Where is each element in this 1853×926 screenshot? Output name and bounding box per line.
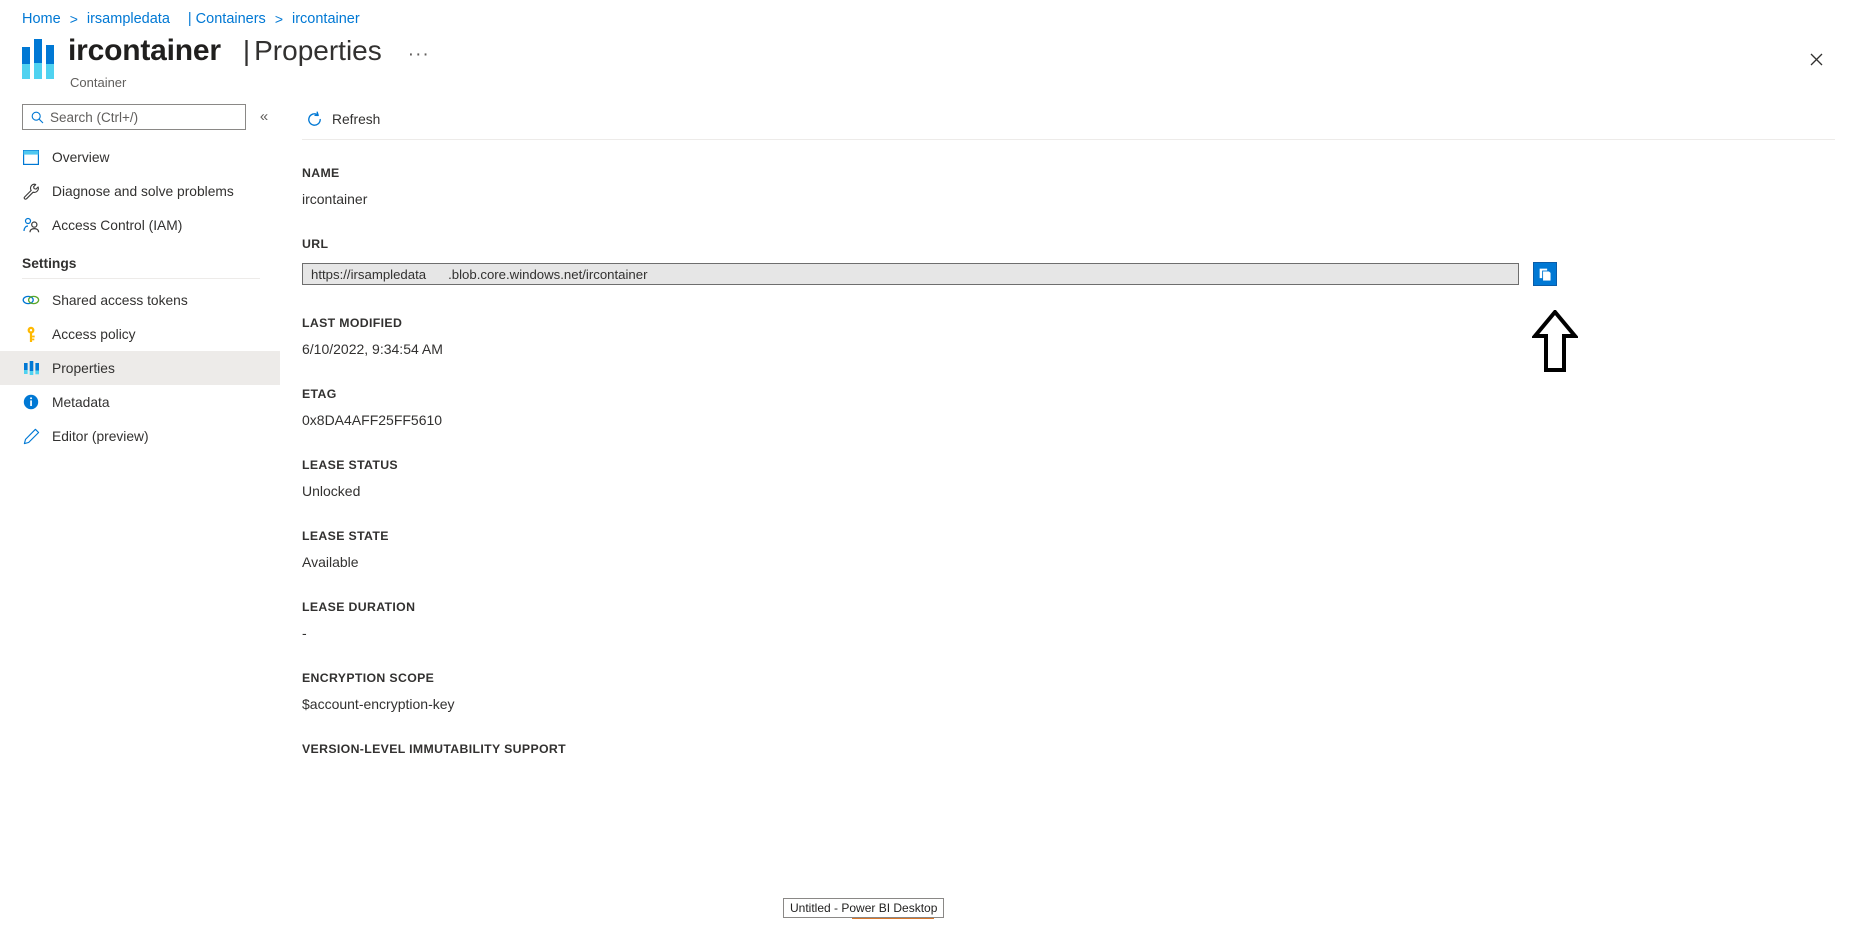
property-lease-status: LEASE STATUS Unlocked <box>302 458 1853 499</box>
up-arrow-annotation <box>1530 308 1580 372</box>
sidebar-group-settings: Settings <box>22 256 77 271</box>
page-header: ircontainer | Properties ··· Container <box>22 34 430 90</box>
sidebar-item-label: Shared access tokens <box>52 292 188 308</box>
refresh-label: Refresh <box>332 111 381 127</box>
url-row: https://irsampledata .blob.core.windows.… <box>302 262 1853 286</box>
resource-type-label: Container <box>70 75 127 90</box>
copy-icon <box>1538 267 1551 281</box>
property-name: NAME ircontainer <box>302 166 1853 207</box>
copy-url-button[interactable] <box>1533 262 1557 286</box>
title-divider: | <box>242 35 251 66</box>
sidebar-item-overview[interactable]: Overview <box>0 140 280 174</box>
key-icon <box>22 325 40 343</box>
sidebar-item-label: Diagnose and solve problems <box>52 183 234 199</box>
breadcrumb-item-container[interactable]: ircontainer <box>292 11 360 27</box>
property-value: - <box>302 625 307 641</box>
bar-chart-icon <box>22 39 56 79</box>
sidebar-nav-primary: Overview Diagnose and solve problems Acc… <box>0 140 280 242</box>
wrench-icon <box>22 182 40 200</box>
overview-icon <box>22 148 40 166</box>
property-label: LEASE STATE <box>302 529 389 543</box>
bars-icon <box>22 359 40 377</box>
sidebar-item-access-policy[interactable]: Access policy <box>0 317 280 351</box>
sidebar-nav-settings: Shared access tokens Access policy Prope… <box>0 283 280 453</box>
url-input[interactable]: https://irsampledata .blob.core.windows.… <box>302 263 1519 285</box>
property-value: ircontainer <box>302 191 368 207</box>
search-icon <box>31 111 44 124</box>
taskbar-tooltip: Untitled - Power BI Desktop <box>783 898 945 918</box>
property-version-level-immutability-support: VERSION-LEVEL IMMUTABILITY SUPPORT <box>302 742 1853 756</box>
people-icon <box>22 216 40 234</box>
breadcrumb-separator: > <box>69 11 78 27</box>
breadcrumb-item-containers[interactable]: | Containers <box>188 11 266 27</box>
page-title: ircontainer <box>68 34 221 67</box>
sidebar-item-editor-preview[interactable]: Editor (preview) <box>0 419 280 453</box>
breadcrumb-separator: > <box>274 11 283 27</box>
sidebar-item-label: Editor (preview) <box>52 428 149 444</box>
property-value: Unlocked <box>302 483 361 499</box>
sidebar-item-diagnose-and-solve-problems[interactable]: Diagnose and solve problems <box>0 174 280 208</box>
sidebar-item-access-control-iam[interactable]: Access Control (IAM) <box>0 208 280 242</box>
pencil-icon <box>22 427 40 445</box>
property-value: Available <box>302 554 359 570</box>
property-label: VERSION-LEVEL IMMUTABILITY SUPPORT <box>302 742 567 756</box>
sidebar-item-properties[interactable]: Properties <box>0 351 280 385</box>
sidebar: « Overview Diagn <box>0 100 280 919</box>
sidebar-item-label: Metadata <box>52 394 110 410</box>
sidebar-divider <box>22 278 260 279</box>
url-host: https://irsampledata <box>311 266 427 282</box>
breadcrumb-item-account[interactable]: irsampledata <box>87 11 170 27</box>
property-url: URL https://irsampledata .blob.core.wind… <box>302 237 1853 286</box>
link-icon <box>22 291 40 309</box>
breadcrumb-item-home[interactable]: Home <box>22 11 61 27</box>
property-label: NAME <box>302 166 340 180</box>
sidebar-item-label: Overview <box>52 149 110 165</box>
close-icon <box>1810 53 1822 65</box>
search-input[interactable] <box>50 106 245 128</box>
sidebar-item-shared-access-tokens[interactable]: Shared access tokens <box>0 283 280 317</box>
properties-list: NAME ircontainer URL https://irsampledat… <box>302 140 1853 926</box>
property-value: 6/10/2022, 9:34:54 AM <box>302 341 443 357</box>
property-encryption-scope: ENCRYPTION SCOPE $account-encryption-key <box>302 671 1853 712</box>
info-icon <box>22 393 40 411</box>
property-label: ETAG <box>302 387 337 401</box>
command-bar: Refresh <box>302 100 1853 138</box>
property-last-modified: LAST MODIFIED 6/10/2022, 9:34:54 AM <box>302 316 1853 357</box>
main-content: Refresh NAME ircontainer URL https://irs… <box>302 100 1853 919</box>
more-options-button[interactable]: ··· <box>408 38 430 72</box>
sidebar-item-label: Access Control (IAM) <box>52 217 183 233</box>
property-label: ENCRYPTION SCOPE <box>302 671 435 685</box>
property-value: 0x8DA4AFF25FF5610 <box>302 412 443 428</box>
property-lease-state: LEASE STATE Available <box>302 529 1853 570</box>
property-label: LAST MODIFIED <box>302 316 403 330</box>
close-button[interactable] <box>1801 44 1831 74</box>
property-value: $account-encryption-key <box>302 696 455 712</box>
search-box[interactable] <box>22 104 246 130</box>
page-subtitle: Properties <box>254 35 382 66</box>
property-label: LEASE STATUS <box>302 458 398 472</box>
collapse-sidebar-button[interactable]: « <box>255 108 273 125</box>
sidebar-item-label: Access policy <box>52 326 136 342</box>
url-path: .blob.core.windows.net/ircontainer <box>448 266 648 282</box>
property-label: LEASE DURATION <box>302 600 416 614</box>
sidebar-item-label: Properties <box>52 360 115 376</box>
property-lease-duration: LEASE DURATION - <box>302 600 1853 641</box>
refresh-button[interactable]: Refresh <box>302 104 388 134</box>
sidebar-item-metadata[interactable]: Metadata <box>0 385 280 419</box>
breadcrumb: Home > irsampledata | Containers > ircon… <box>22 8 360 30</box>
property-etag: ETAG 0x8DA4AFF25FF5610 <box>302 387 1853 428</box>
refresh-icon <box>304 109 324 129</box>
property-label: URL <box>302 237 329 251</box>
